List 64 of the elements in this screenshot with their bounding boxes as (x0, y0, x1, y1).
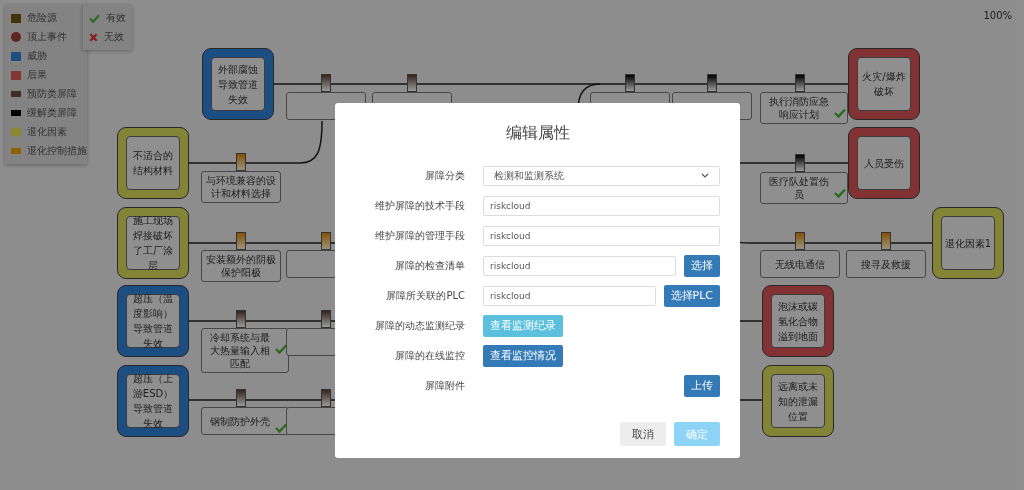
barrier-node[interactable]: 执行消防应急响应计划 (760, 92, 848, 124)
legend-swatch-icon (11, 91, 21, 97)
legend-swatch-icon (11, 127, 21, 137)
legend-label: 缓解类屏障 (27, 106, 77, 120)
action-button[interactable]: 选择PLC (663, 284, 720, 307)
connector-line (739, 399, 763, 401)
connector-line (739, 320, 763, 322)
barrier-node[interactable]: 无线电通信 (760, 250, 840, 278)
barrier-tab-icon (795, 74, 805, 92)
legend-label: 威胁 (27, 49, 47, 63)
legend-label: 危险源 (27, 11, 57, 25)
chevron-down-icon (701, 173, 709, 178)
dialog-title: 编辑属性 (505, 123, 570, 144)
legend-label: 预防类屏障 (27, 87, 77, 101)
input-field[interactable]: riskcloud (483, 225, 720, 246)
threat-node[interactable]: 超压（温度影响）导致管道失效 (117, 285, 189, 357)
field-label: 屏障的动态监测纪录 (374, 318, 465, 333)
field-label: 维护屏障的管理手段 (374, 228, 465, 243)
barrier-node[interactable]: 搜寻及救援 (846, 250, 926, 278)
legend-swatch-icon (11, 13, 21, 23)
field-label: 维护屏障的技术手段 (374, 198, 465, 213)
cancel-button[interactable]: 取消 (620, 422, 666, 446)
input-field[interactable]: riskcloud (483, 285, 656, 306)
barrier-node[interactable]: 安装额外的阴极保护阳极 (201, 250, 281, 282)
select-field[interactable]: 检测和监测系统 (483, 165, 720, 186)
legend-swatch-icon (11, 110, 21, 116)
zoom-level: 100% (983, 10, 1012, 21)
field-label: 屏障的在线监控 (394, 348, 465, 363)
degradation-node[interactable]: 退化因素1 (932, 207, 1004, 279)
check-icon (89, 13, 100, 23)
legend-label: 退化因素 (27, 125, 67, 139)
legend-swatch-icon (11, 51, 21, 61)
barrier-tab-icon (236, 310, 246, 328)
barrier-node[interactable]: 医疗队处置伤员 (760, 172, 848, 204)
legend-swatch-icon (11, 148, 21, 154)
degradation-node[interactable]: 不适合的结构材料 (117, 127, 189, 199)
degradation-node[interactable]: 施工现场焊接破坏了工厂涂层 (117, 207, 189, 279)
input-field[interactable]: riskcloud (483, 195, 720, 216)
threat-node[interactable]: 超压（上游ESD）导致管道失效 (117, 365, 189, 437)
legend-label: 无效 (104, 30, 124, 44)
legend-label: 退化控制措施 (27, 144, 87, 158)
barrier-node[interactable]: 冷却系统与最大热量输入相匹配 (201, 328, 289, 373)
legend-label: 后果 (27, 68, 47, 82)
field-label: 屏障分类 (424, 168, 465, 183)
field-label: 屏障所关联的PLC (385, 288, 465, 303)
action-button[interactable]: 查看监控情况 (483, 344, 563, 367)
barrier-tab-icon (795, 154, 805, 172)
input-field[interactable]: riskcloud (483, 255, 676, 276)
consequence-node[interactable]: 火灾/爆炸破坏 (848, 48, 920, 120)
legend-swatch-icon (11, 32, 21, 42)
action-button[interactable]: 上传 (684, 374, 720, 397)
barrier-tab-icon (236, 389, 246, 407)
field-label: 屏障附件 (424, 378, 465, 393)
barrier-node[interactable]: 与环境兼容的设计和材料选择 (201, 171, 281, 203)
degradation-node[interactable]: 远离或未知的泄漏位置 (762, 365, 834, 437)
consequence-node[interactable]: 泡沫或碳氢化合物溢到地面 (762, 285, 834, 357)
cross-icon (89, 32, 98, 42)
action-button[interactable]: 选择 (684, 254, 720, 277)
consequence-node[interactable]: 人员受伤 (848, 127, 920, 199)
threat-node[interactable]: 外部腐蚀导致管道失效 (202, 48, 274, 120)
field-label: 屏障的检查清单 (394, 258, 465, 273)
barrier-node[interactable]: 钢制防护外壳 (201, 407, 289, 435)
legend-swatch-icon (11, 70, 21, 80)
legend-label: 有效 (106, 11, 126, 25)
